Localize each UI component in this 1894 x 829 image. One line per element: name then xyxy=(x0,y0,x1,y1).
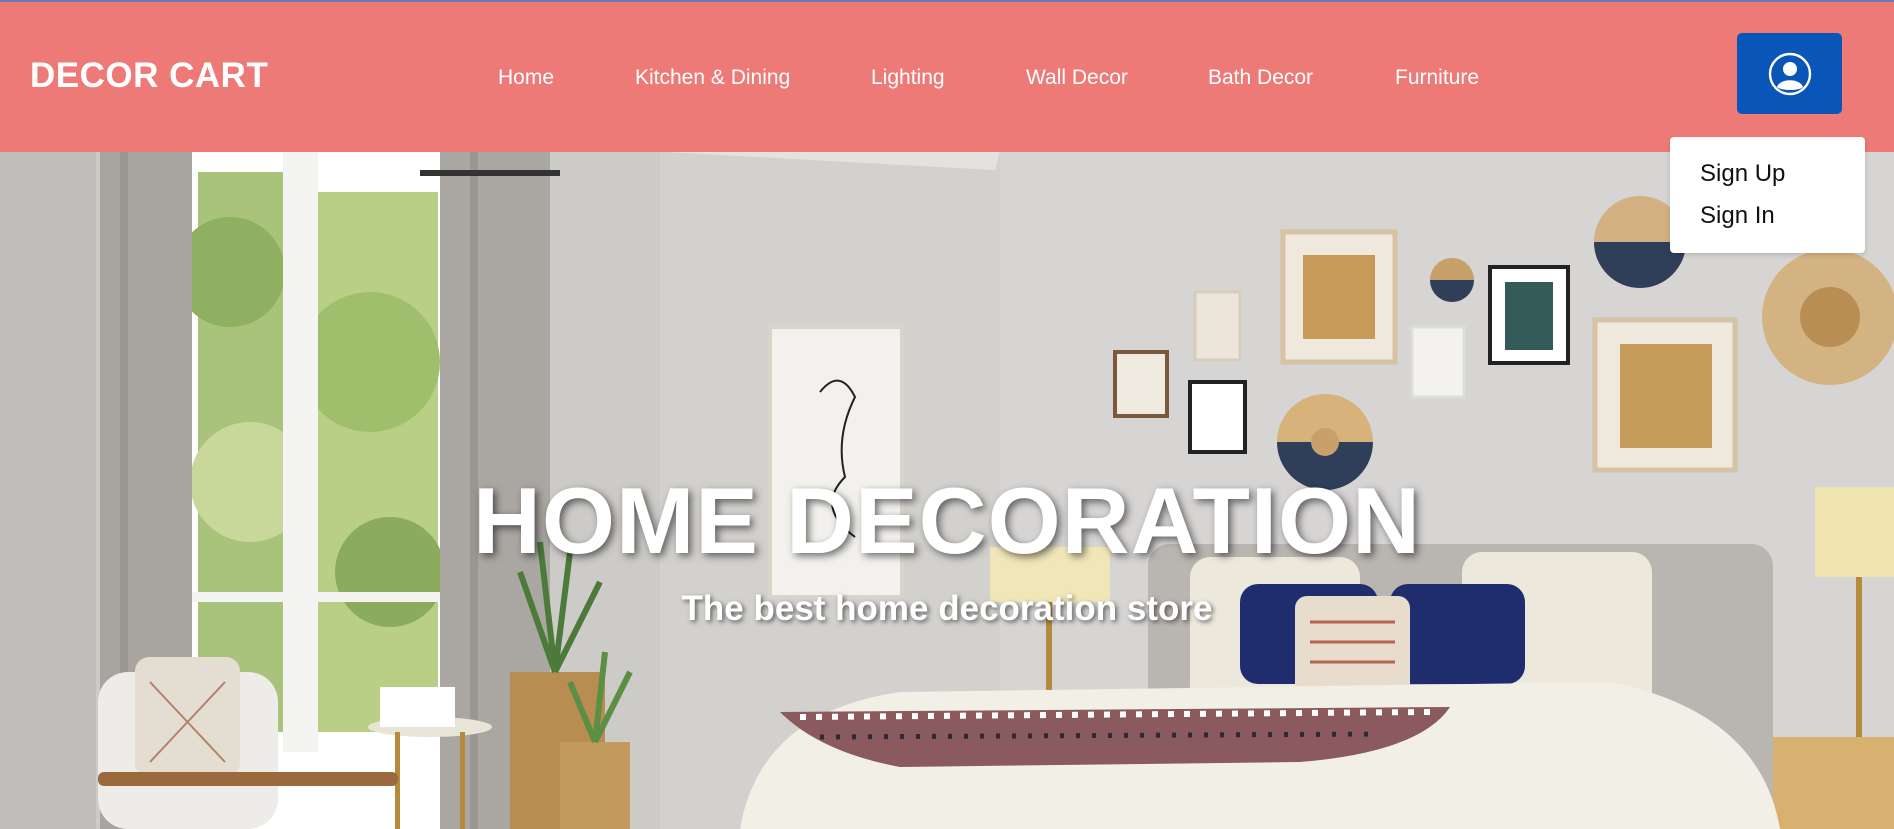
navbar: DECOR CART Home Kitchen & Dining Lightin… xyxy=(0,0,1894,152)
account-dropdown-menu: Sign Up Sign In xyxy=(1670,137,1865,253)
sign-in-link[interactable]: Sign In xyxy=(1700,202,1775,230)
sign-up-link[interactable]: Sign Up xyxy=(1700,160,1785,188)
nav-item-lighting[interactable]: Lighting xyxy=(871,66,945,90)
brand-logo[interactable]: DECOR CART xyxy=(30,56,268,96)
hero-title: HOME DECORATION xyxy=(472,468,1422,573)
nav-item-wall-decor[interactable]: Wall Decor xyxy=(1026,66,1128,90)
nav-item-furniture[interactable]: Furniture xyxy=(1395,66,1479,90)
page: DECOR CART Home Kitchen & Dining Lightin… xyxy=(0,0,1894,829)
hero-subtitle: The best home decoration store xyxy=(681,589,1213,628)
hero-banner: HOME DECORATION The best home decoration… xyxy=(0,152,1894,829)
user-circle-icon xyxy=(1768,52,1811,95)
nav-item-home[interactable]: Home xyxy=(498,66,554,90)
nav-item-bath-decor[interactable]: Bath Decor xyxy=(1208,66,1313,90)
top-accent-line xyxy=(0,0,1894,2)
nav-item-kitchen-dining[interactable]: Kitchen & Dining xyxy=(635,66,790,90)
account-button[interactable] xyxy=(1737,33,1842,114)
